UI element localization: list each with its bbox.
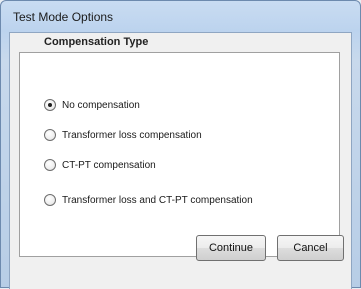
title-bar[interactable]: Test Mode Options (1, 1, 360, 31)
radio-button-icon[interactable] (44, 194, 56, 206)
radio-no-compensation[interactable]: No compensation (44, 98, 140, 112)
radio-button-icon[interactable] (44, 129, 56, 141)
radio-button-icon[interactable] (44, 159, 56, 171)
cancel-button[interactable]: Cancel (277, 235, 344, 261)
window-title: Test Mode Options (13, 10, 114, 24)
continue-button[interactable]: Continue (196, 235, 266, 261)
radio-transformer-loss-compensation[interactable]: Transformer loss compensation (44, 128, 202, 142)
radio-label: CT-PT compensation (62, 159, 156, 171)
radio-button-icon[interactable] (44, 99, 56, 111)
compensation-group-panel (19, 52, 340, 257)
radio-transformer-loss-and-ct-pt-compensation[interactable]: Transformer loss and CT-PT compensation (44, 193, 253, 207)
compensation-type-heading: Compensation Type (44, 36, 149, 48)
radio-label: Transformer loss and CT-PT compensation (62, 194, 253, 206)
dialog-window: Test Mode Options Compensation Type No c… (0, 0, 361, 289)
radio-ct-pt-compensation[interactable]: CT-PT compensation (44, 158, 156, 172)
radio-label: No compensation (62, 99, 140, 111)
radio-label: Transformer loss compensation (62, 129, 202, 141)
